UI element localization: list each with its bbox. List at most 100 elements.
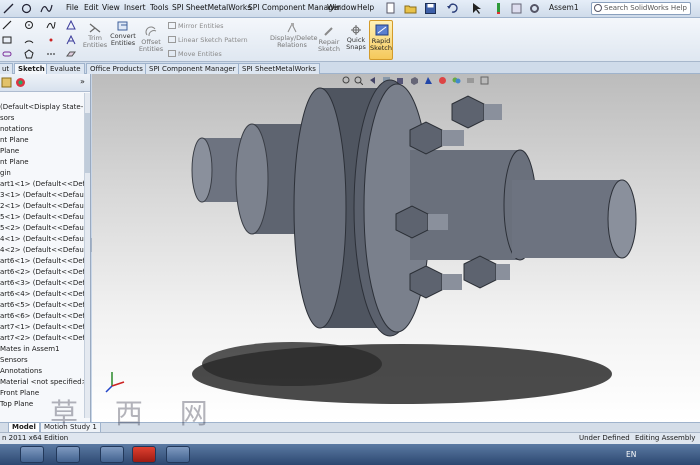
undo-icon[interactable] xyxy=(446,2,459,15)
tree-item[interactable]: art6<6> (Default<<Defau xyxy=(0,311,90,322)
slot-icon[interactable] xyxy=(2,49,12,59)
tree-item[interactable]: gin xyxy=(0,168,90,179)
tree-item[interactable]: art6<2> (Default<<Defau xyxy=(0,267,90,278)
convert-entities-button[interactable]: Convert Entities xyxy=(109,20,137,47)
tree-item[interactable]: 5<2> (Default<<Default> xyxy=(0,223,90,234)
trim-label: Trim Entities xyxy=(82,34,108,49)
taskbar-explorer-button[interactable] xyxy=(20,446,44,463)
tab-spi-component-manager[interactable]: SPI Component Manager xyxy=(145,63,240,74)
tree-item[interactable]: art7<1> (Default<<Defau xyxy=(0,322,90,333)
convert-label: Convert Entities xyxy=(110,32,136,47)
tree-item[interactable]: art6<1> (Default<<Defau xyxy=(0,256,90,267)
tree-item[interactable]: Annotations xyxy=(0,366,90,377)
search-input[interactable]: Search SolidWorks Help xyxy=(591,2,691,15)
mirror-label: Mirror Entities xyxy=(178,22,224,30)
sketch-line-icon[interactable] xyxy=(2,2,15,15)
tab-sketch[interactable]: Sketch xyxy=(14,63,49,74)
file-properties-icon[interactable] xyxy=(510,2,523,15)
menu-tools[interactable]: Tools xyxy=(150,3,168,12)
plane-icon[interactable] xyxy=(66,49,76,59)
tree-item[interactable]: Plane xyxy=(0,146,90,157)
command-manager-tabs: ut Sketch Evaluate Office Products SPI C… xyxy=(0,62,700,74)
trim-entities-button[interactable]: Trim Entities xyxy=(82,22,108,49)
centerline-icon[interactable] xyxy=(46,49,56,59)
menu-spi-sheetmetalworks[interactable]: SPI SheetMetalWorks xyxy=(172,3,251,12)
tree-item[interactable]: 5<1> (Default<<Default> xyxy=(0,212,90,223)
menu-help[interactable]: Help xyxy=(357,3,374,12)
text-icon[interactable] xyxy=(66,35,76,45)
tree-item[interactable]: sors xyxy=(0,113,90,124)
move-icon xyxy=(168,50,176,57)
taskbar-ie-button[interactable] xyxy=(56,446,80,463)
tree-item[interactable]: nt Plane xyxy=(0,157,90,168)
circle-tool-icon[interactable] xyxy=(24,20,34,30)
tree-item[interactable]: art1<1> (Default<<Defau xyxy=(0,179,90,190)
tree-item[interactable]: notations xyxy=(0,124,90,135)
panel-scrollbar[interactable] xyxy=(84,93,90,418)
rapid-sketch-button[interactable]: Rapid Sketch xyxy=(369,20,393,60)
tree-item[interactable]: art6<5> (Default<<Defau xyxy=(0,300,90,311)
options-gear-icon[interactable] xyxy=(528,2,541,15)
repair-sketch-button[interactable]: Repair Sketch xyxy=(317,26,341,53)
configuration-manager-icon[interactable] xyxy=(1,77,12,88)
move-entities-button[interactable]: Move Entities xyxy=(168,50,222,58)
offset-entities-button[interactable]: Offset Entities xyxy=(138,26,164,53)
smart-dimension-icon[interactable] xyxy=(66,20,76,30)
line-icon[interactable] xyxy=(2,20,12,30)
arc-icon[interactable] xyxy=(24,35,34,45)
open-folder-icon[interactable] xyxy=(404,2,417,15)
tree-item[interactable]: nt Plane xyxy=(0,135,90,146)
tab-office-products[interactable]: Office Products xyxy=(86,63,147,74)
tree-item[interactable]: art7<2> (Default<<Defau xyxy=(0,333,90,344)
scrollbar-thumb[interactable] xyxy=(85,113,90,173)
display-delete-relations-button[interactable]: Display/Delete Relations xyxy=(270,22,318,49)
language-indicator[interactable]: EN xyxy=(626,450,636,459)
display-manager-icon[interactable] xyxy=(15,77,26,88)
mirror-entities-button[interactable]: Mirror Entities xyxy=(168,22,224,30)
status-editing-mode: Editing Assembly xyxy=(635,434,696,442)
circle-icon[interactable] xyxy=(20,2,33,15)
tab-layout[interactable]: ut xyxy=(0,63,14,74)
tree-item[interactable]: (Default<Display State-1 xyxy=(0,102,90,113)
rectangle-icon[interactable] xyxy=(2,35,12,45)
solidworks-window: File Edit View Insert Tools SPI SheetMet… xyxy=(0,0,700,465)
sketch-point-icon[interactable] xyxy=(46,35,56,45)
quick-snaps-icon xyxy=(351,25,361,35)
tree-item[interactable]: 3<1> (Default<<Default> xyxy=(0,190,90,201)
tree-item[interactable]: Material <not specified> xyxy=(0,377,90,388)
status-bar: n 2011 x64 Edition Under Defined Editing… xyxy=(0,432,700,444)
flange-coupling-model[interactable] xyxy=(92,74,700,422)
spline-tool-icon[interactable] xyxy=(46,20,56,30)
tree-item[interactable]: 4<2> (Default<<Default> xyxy=(0,245,90,256)
polygon-icon[interactable] xyxy=(24,49,34,59)
tab-evaluate[interactable]: Evaluate xyxy=(46,63,85,74)
select-arrow-icon[interactable] xyxy=(470,2,483,15)
linear-pattern-label: Linear Sketch Pattern xyxy=(178,36,248,44)
taskbar-media-button[interactable] xyxy=(100,446,124,463)
graphics-area[interactable] xyxy=(92,74,700,422)
linear-sketch-pattern-button[interactable]: Linear Sketch Pattern xyxy=(168,36,248,44)
tree-item[interactable]: Mates in Assem1 xyxy=(0,344,90,355)
menu-file[interactable]: File xyxy=(66,3,79,12)
menu-insert[interactable]: Insert xyxy=(124,3,146,12)
menu-view[interactable]: View xyxy=(102,3,120,12)
taskbar-window-button[interactable] xyxy=(166,446,190,463)
taskbar-solidworks-button[interactable] xyxy=(132,446,156,463)
tab-spi-sheetmetalworks[interactable]: SPI SheetMetalWorks xyxy=(238,63,320,74)
save-icon[interactable] xyxy=(424,2,437,15)
tree-item[interactable]: art6<3> (Default<<Defau xyxy=(0,278,90,289)
new-document-icon[interactable] xyxy=(384,2,397,15)
rapid-sketch-label: Rapid Sketch xyxy=(370,37,392,52)
expand-panel-chevron-icon[interactable]: » xyxy=(80,77,85,86)
tree-item[interactable]: 2<1> (Default<<Default> xyxy=(0,201,90,212)
quick-snaps-button[interactable]: Quick Snaps xyxy=(344,24,368,51)
spline-icon[interactable] xyxy=(40,2,53,15)
convert-icon xyxy=(117,21,128,31)
menu-edit[interactable]: Edit xyxy=(84,3,99,12)
tree-item[interactable]: art6<4> (Default<<Defau xyxy=(0,289,90,300)
status-version: n 2011 x64 Edition xyxy=(2,434,69,442)
tree-item[interactable]: 4<1> (Default<<Default> xyxy=(0,234,90,245)
menu-window[interactable]: Window xyxy=(327,3,357,12)
rebuild-icon[interactable] xyxy=(492,2,505,15)
tree-item[interactable]: Sensors xyxy=(0,355,90,366)
